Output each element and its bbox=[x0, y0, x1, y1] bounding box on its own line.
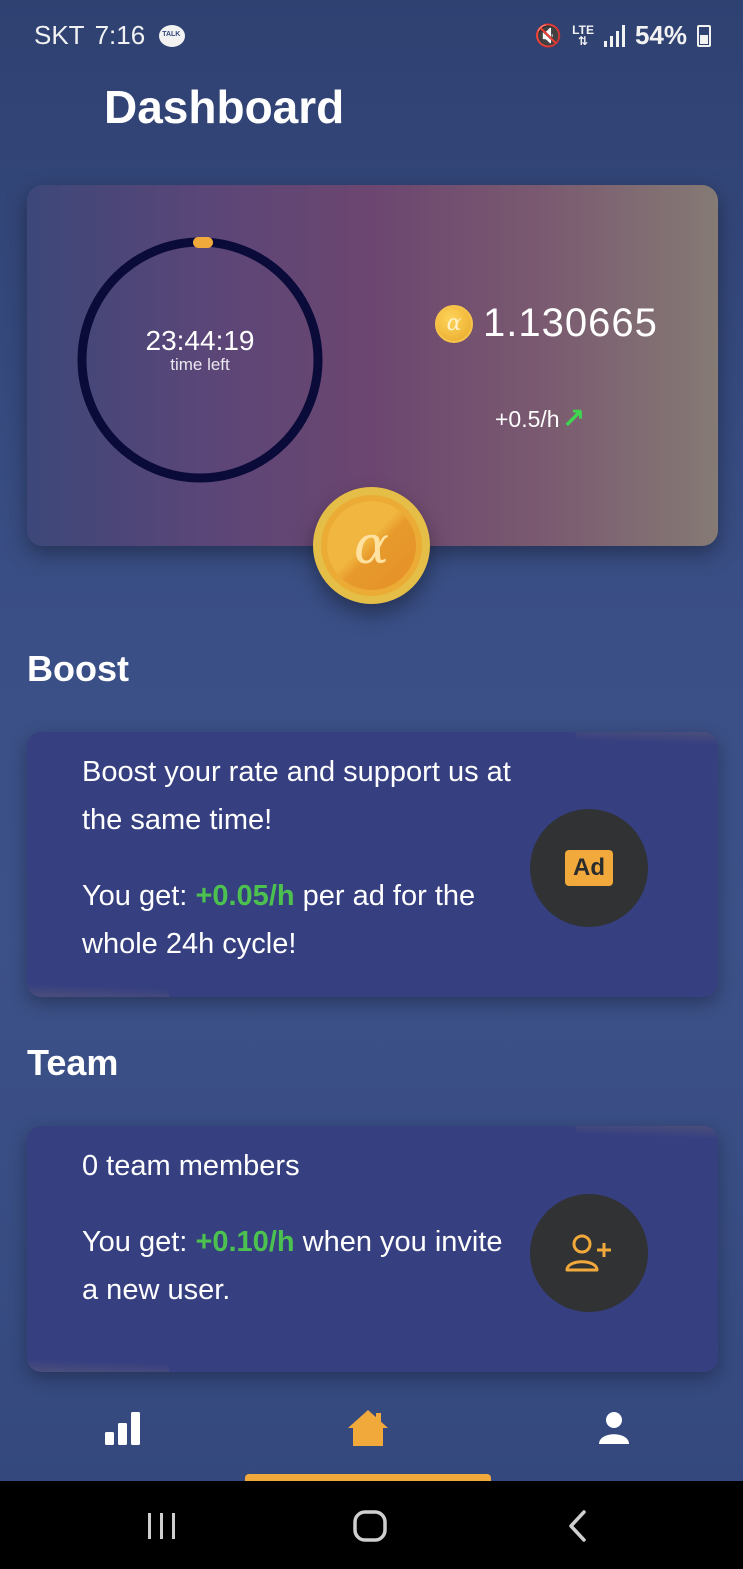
team-member-count: 0 team members bbox=[82, 1150, 300, 1182]
mute-icon: 🔇 bbox=[534, 22, 563, 48]
user-icon bbox=[599, 1412, 629, 1444]
coin-icon: α bbox=[435, 304, 473, 343]
kakaotalk-notification-icon bbox=[159, 24, 186, 47]
trend-up-icon: ↗ bbox=[561, 403, 586, 434]
back-chevron-icon bbox=[569, 1510, 586, 1542]
carrier-label: SKT bbox=[34, 20, 85, 50]
team-card: 0 team members You get: +0.10/h when you… bbox=[27, 1126, 718, 1372]
battery-percent: 54% bbox=[634, 20, 687, 50]
lte-icon: LTE ⇅ bbox=[572, 22, 594, 48]
status-right: 🔇 LTE ⇅ 54% bbox=[535, 20, 711, 51]
ad-icon: Ad bbox=[565, 850, 613, 886]
nav-home[interactable] bbox=[338, 1403, 398, 1453]
add-user-icon bbox=[565, 1234, 611, 1272]
team-section-title: Team bbox=[27, 1042, 119, 1083]
boost-reward-rate: +0.05/h bbox=[195, 880, 295, 912]
countdown-progress-marker bbox=[193, 237, 213, 248]
invite-user-button[interactable] bbox=[530, 1194, 648, 1312]
home-icon bbox=[348, 1410, 388, 1446]
status-bar: SKT 7:16 🔇 LTE⇅ 54% bbox=[0, 0, 743, 72]
chart-bars-icon bbox=[105, 1412, 140, 1445]
alpha-coin-icon: α bbox=[353, 515, 390, 576]
boost-reward: You get: +0.05/h per ad for the whole 24… bbox=[82, 880, 476, 960]
recent-apps-button[interactable] bbox=[137, 1503, 187, 1549]
page-title: Dashboard bbox=[104, 81, 345, 133]
bottom-nav bbox=[0, 1385, 743, 1481]
system-nav-bar bbox=[0, 1481, 743, 1569]
mining-rate: +0.5/h ↗ bbox=[495, 405, 585, 433]
back-button[interactable] bbox=[553, 1503, 603, 1549]
recent-apps-icon bbox=[148, 1513, 175, 1539]
home-system-button[interactable] bbox=[345, 1503, 395, 1549]
boost-description: Boost your rate and support us at the sa… bbox=[82, 756, 511, 836]
balance: α 1.130665 bbox=[435, 301, 658, 346]
time-left-label: time left bbox=[170, 355, 230, 374]
battery-icon bbox=[697, 24, 711, 47]
boost-section-title: Boost bbox=[27, 648, 129, 689]
nav-stats[interactable] bbox=[93, 1403, 153, 1453]
team-reward-rate: +0.10/h bbox=[195, 1226, 295, 1258]
time-left-value: 23:44:19 bbox=[145, 325, 255, 356]
balance-value: 1.130665 bbox=[483, 301, 658, 345]
countdown-text: 23:44:19 time left bbox=[77, 325, 323, 375]
clock: 7:16 bbox=[94, 20, 146, 50]
nav-profile[interactable] bbox=[584, 1403, 644, 1453]
rate-value: +0.5/h bbox=[495, 405, 560, 432]
watch-ad-button[interactable]: Ad bbox=[530, 809, 648, 927]
team-reward: You get: +0.10/h when you invite a new u… bbox=[82, 1226, 503, 1306]
signal-icon bbox=[603, 24, 625, 47]
home-circle-icon bbox=[353, 1510, 387, 1542]
status-left: SKT 7:16 bbox=[34, 20, 186, 51]
boost-card: Boost your rate and support us at the sa… bbox=[27, 732, 718, 997]
mine-coin-button[interactable]: α bbox=[313, 487, 430, 604]
